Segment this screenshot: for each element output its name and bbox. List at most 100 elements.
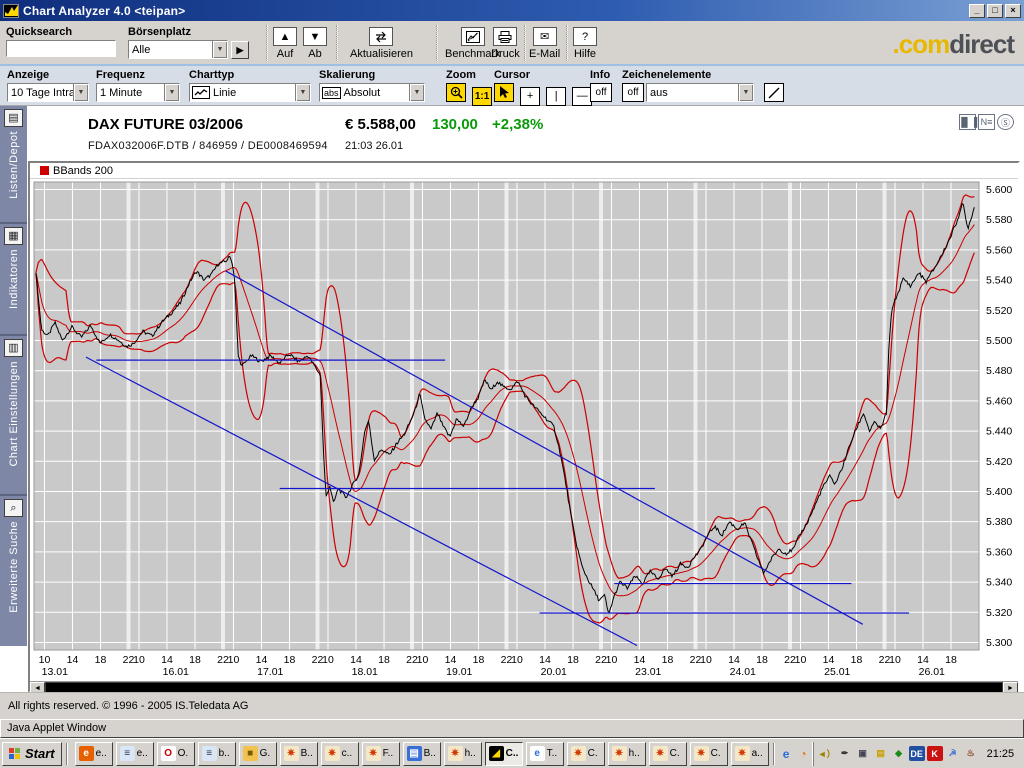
windows-logo-icon (9, 748, 21, 759)
display-icon[interactable]: ▤ (873, 746, 889, 761)
firefox-icon: e (79, 746, 94, 761)
java-app-icon: ✷ (653, 746, 668, 761)
task-button-strip: ee..≡e..OO.≡b..■G.✷B..✷c..✷F..▤B..✷h..◢C… (72, 742, 769, 766)
taskbar-button-java-app[interactable]: ✷c.. (321, 742, 359, 766)
taskbar-button-java-app[interactable]: ✷C. (690, 742, 728, 766)
skalierung-select[interactable]: abs Absolut▼ (319, 83, 425, 102)
text-editor-icon: ≡ (202, 746, 217, 761)
taskbar-button-java-app[interactable]: ✷h.. (444, 742, 482, 766)
svg-text:14: 14 (350, 654, 362, 666)
taskbar-button-label: B.. (301, 748, 313, 759)
boersenplatz-select[interactable]: Alle ▼ (128, 40, 228, 59)
ab-button[interactable]: ▼ Ab (298, 27, 332, 60)
email-button[interactable]: ✉ E-Mail (524, 27, 565, 60)
instrument-title: DAX FUTURE 03/2006 (88, 116, 243, 133)
chevron-down-icon: ▼ (164, 84, 179, 101)
taskbar-button-java-app[interactable]: ✷B.. (280, 742, 318, 766)
zeichen-off-button[interactable]: off (622, 83, 644, 102)
price-change: 130,00 (432, 116, 478, 133)
java-icon[interactable]: ♨ (963, 746, 979, 761)
taskbar-separator (773, 743, 775, 765)
stock-icon[interactable]: Ⓢ (997, 114, 1014, 130)
usb-device-icon[interactable]: ☭ (945, 746, 961, 761)
internet-explorer-icon[interactable]: e (779, 746, 794, 761)
aktualisieren-button[interactable]: Aktualisieren (345, 27, 418, 60)
taskbar-button-keyboard[interactable]: ▤B.. (403, 742, 441, 766)
svg-text:18: 18 (378, 654, 390, 666)
chevron-down-icon: ▼ (409, 84, 424, 101)
taskbar-button-internet-explorer[interactable]: eT.. (526, 742, 564, 766)
pen-icon[interactable]: ✒ (837, 746, 853, 761)
window-title: Chart Analyzer 4.0 <teipan> (23, 4, 185, 18)
news-icon[interactable]: N≡ (978, 114, 995, 130)
taskbar-button-java-app[interactable]: ✷h.. (608, 742, 646, 766)
anzeige-select[interactable]: 10 Tage Intrad▼ (7, 83, 89, 102)
taskbar-separator (66, 743, 68, 765)
cursor-crosshair-button[interactable]: + (520, 87, 540, 106)
svg-text:18.01: 18.01 (352, 666, 378, 678)
sidebar-item-erweiterte-suche[interactable]: ⌕ Erweiterte Suche (0, 496, 27, 636)
taskbar-button-firefox[interactable]: ee.. (75, 742, 113, 766)
taskbar-button-text-editor[interactable]: ≡b.. (198, 742, 236, 766)
taskbar-button-label: b.. (219, 748, 230, 759)
zoom-in-button[interactable] (446, 83, 466, 102)
benchmark-chart-icon (461, 27, 485, 46)
svg-text:5.340: 5.340 (986, 577, 1012, 589)
cursor-arrow-button[interactable] (494, 83, 514, 102)
language-de-icon[interactable]: DE (909, 746, 925, 761)
svg-text:18: 18 (851, 654, 863, 666)
svg-text:14: 14 (445, 654, 457, 666)
charttyp-select[interactable]: Linie▼ (189, 83, 311, 102)
minimize-button[interactable]: _ (969, 4, 985, 18)
sidebar-item-indikatoren[interactable]: ▦ Indikatoren (0, 224, 27, 336)
taskbar-button-chart-analyzer[interactable]: ◢C.. (485, 742, 523, 766)
cursor-vline-button[interactable]: | (546, 87, 566, 106)
network-icon[interactable]: ▣ (855, 746, 871, 761)
hilfe-button[interactable]: ? Hilfe (568, 27, 602, 60)
java-app-icon: ✷ (694, 746, 709, 761)
anzeige-label: Anzeige (7, 69, 89, 81)
folder-icon: ■ (243, 746, 258, 761)
antivirus-icon[interactable]: K (927, 746, 943, 761)
envelope-icon: ✉ (533, 27, 557, 46)
taskbar-button-folder[interactable]: ■G. (239, 742, 277, 766)
sidebar-item-listen-depot[interactable]: ▤ Listen/Depot (0, 106, 27, 224)
boersenplatz-go-button[interactable]: ▶ (231, 41, 249, 59)
svg-text:5.380: 5.380 (986, 516, 1012, 528)
help-icon: ? (573, 27, 597, 46)
restore-button[interactable]: □ (987, 4, 1003, 18)
instrument-identifiers: FDAX032006F.DTB / 846959 / DE0008469594 (88, 140, 328, 152)
bars-icon[interactable]: ▐▌▐ (959, 114, 976, 130)
taskbar-button-label: C. (670, 748, 680, 759)
taskbar-button-java-app[interactable]: ✷C. (649, 742, 687, 766)
start-button[interactable]: Start (2, 742, 62, 766)
quicksearch-input[interactable] (6, 40, 116, 57)
java-app-icon: ✷ (448, 746, 463, 761)
taskbar-button-java-app[interactable]: ✷C. (567, 742, 605, 766)
taskbar: Start ee..≡e..OO.≡b..■G.✷B..✷c..✷F..▤B..… (0, 738, 1024, 768)
taskbar-button-text-editor[interactable]: ≡e.. (116, 742, 154, 766)
close-button[interactable]: × (1005, 4, 1021, 18)
sidebar-item-chart-einstellungen[interactable]: ▥ Chart Einstellungen (0, 336, 27, 496)
updates-icon[interactable]: ◆ (891, 746, 907, 761)
taskbar-button-opera[interactable]: OO. (157, 742, 195, 766)
druck-button[interactable]: Druck (486, 27, 525, 60)
zeichen-select[interactable]: aus▼ (646, 83, 754, 102)
auf-button[interactable]: ▲ Auf (268, 27, 302, 60)
svg-text:10: 10 (700, 654, 712, 666)
volume-icon[interactable]: ◄） (819, 746, 835, 761)
taskbar-button-label: G. (260, 748, 271, 759)
taskbar-button-java-app[interactable]: ✷F.. (362, 742, 400, 766)
frequenz-select[interactable]: 1 Minute▼ (96, 83, 180, 102)
svg-text:18: 18 (189, 654, 201, 666)
draw-line-button[interactable] (764, 83, 784, 102)
taskbar-button-label: c.. (342, 748, 353, 759)
media-player-icon[interactable]: ◔ (796, 746, 811, 761)
price-chart[interactable]: 5.6005.5805.5605.5405.5205.5005.4805.460… (30, 179, 1016, 678)
info-off-button[interactable]: off (590, 83, 612, 102)
svg-text:18: 18 (945, 654, 957, 666)
taskbar-button-java-app[interactable]: ✷a.. (731, 742, 769, 766)
zoom-ratio-button[interactable]: 1:1 (472, 87, 492, 106)
svg-text:23.01: 23.01 (635, 666, 661, 678)
legend-color-swatch (40, 166, 49, 175)
